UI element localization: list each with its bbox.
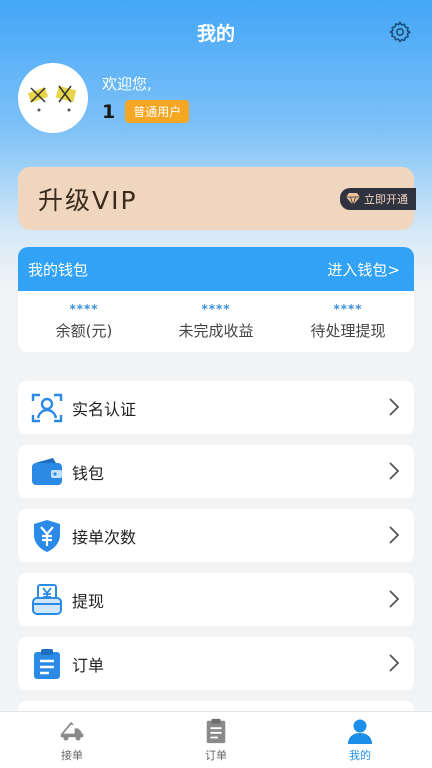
- tab-accept-orders[interactable]: 接单: [0, 712, 144, 768]
- pending-withdraw-value: ****: [333, 302, 363, 316]
- menu-item-order-count[interactable]: 接单次数: [18, 509, 414, 562]
- chevron-right-icon: [389, 398, 400, 416]
- balance-value: ****: [69, 302, 99, 316]
- order-list-icon: [206, 718, 226, 743]
- chevron-right-icon: [389, 590, 400, 608]
- menu-item-label: 钱包: [72, 463, 105, 483]
- user-id: 1: [102, 100, 116, 123]
- enter-wallet-link[interactable]: 进入钱包>: [327, 259, 400, 280]
- tab-orders[interactable]: 订单: [144, 712, 288, 768]
- pending-income-value: ****: [201, 302, 231, 316]
- clipboard-icon: [30, 647, 64, 681]
- diamond-icon: [346, 192, 360, 205]
- vip-open-button[interactable]: 立即开通: [340, 187, 416, 210]
- vip-banner[interactable]: 升级VIP 立即开通: [18, 167, 416, 230]
- chevron-right-icon: [389, 654, 400, 672]
- welcome-text: 欢迎您,: [102, 75, 152, 93]
- pending-withdraw-column[interactable]: **** 待处理提现: [282, 291, 414, 352]
- id-verify-icon: [30, 391, 64, 425]
- yuan-shield-icon: [30, 519, 64, 553]
- menu-item-label: 订单: [72, 655, 105, 675]
- tow-truck-icon: [60, 721, 84, 741]
- user-level-badge: 普通用户: [125, 100, 190, 123]
- menu-item-withdraw[interactable]: 提现: [18, 573, 414, 626]
- menu-list: 实名认证 钱包 接单次数 提现 订单: [18, 381, 414, 726]
- menu-item-label: 实名认证: [72, 399, 137, 419]
- menu-item-verify[interactable]: 实名认证: [18, 381, 414, 434]
- menu-item-label: 提现: [72, 591, 105, 611]
- chevron-right-icon: [389, 462, 400, 480]
- tab-label: 接单: [61, 748, 83, 762]
- profile-section: 欢迎您, 1 普通用户: [18, 63, 190, 133]
- tab-label: 订单: [205, 748, 227, 762]
- pending-income-label: 未完成收益: [178, 322, 254, 340]
- pending-income-column[interactable]: **** 未完成收益: [150, 291, 282, 352]
- gear-icon[interactable]: [388, 20, 412, 44]
- avatar[interactable]: [18, 63, 88, 133]
- menu-item-wallet[interactable]: 钱包: [18, 445, 414, 498]
- top-bar: 我的: [0, 14, 432, 50]
- balance-label: 余额(元): [55, 322, 113, 340]
- wallet-card: 我的钱包 进入钱包> **** 余额(元) **** 未完成收益 **** 待处…: [18, 247, 414, 352]
- chevron-right-icon: [389, 526, 400, 544]
- balance-column[interactable]: **** 余额(元): [18, 291, 150, 352]
- wallet-icon: [30, 455, 64, 489]
- tab-mine[interactable]: 我的: [288, 712, 432, 768]
- wallet-title: 我的钱包: [28, 260, 89, 279]
- tab-label: 我的: [349, 748, 371, 762]
- withdraw-icon: [30, 583, 64, 617]
- menu-item-label: 接单次数: [72, 527, 137, 547]
- wallet-header: 我的钱包 进入钱包>: [18, 247, 414, 291]
- vip-open-label: 立即开通: [364, 192, 408, 206]
- vip-title: 升级VIP: [38, 185, 138, 215]
- page-title: 我的: [196, 22, 235, 45]
- menu-item-orders[interactable]: 订单: [18, 637, 414, 690]
- pending-withdraw-label: 待处理提现: [310, 322, 386, 340]
- person-icon: [348, 719, 372, 744]
- bottom-tab-bar: 接单 订单 我的: [0, 711, 432, 768]
